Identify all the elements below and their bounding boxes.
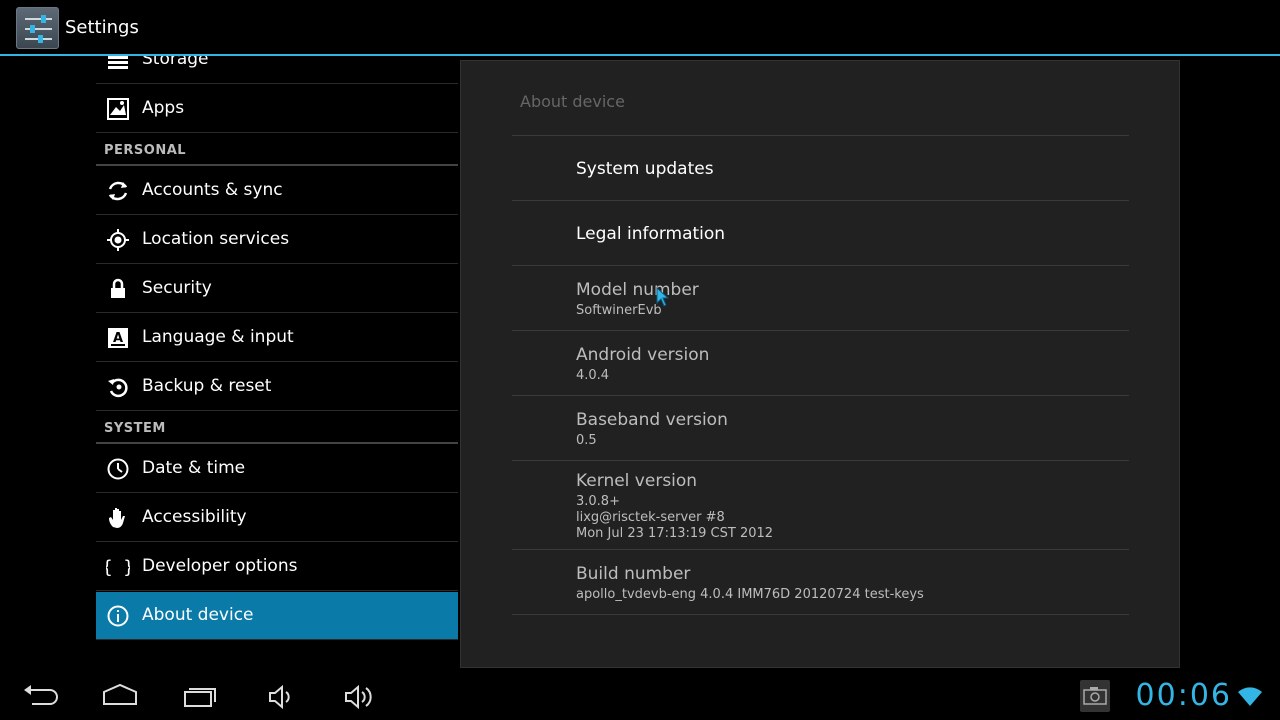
pane-title: About device	[520, 92, 625, 111]
kernel-version-line: 3.0.8+	[576, 494, 620, 509]
settings-list: Storage Apps PERSONAL Accounts & sync Lo…	[96, 56, 458, 640]
sidebar-item-label: Backup & reset	[142, 376, 272, 396]
hand-icon	[106, 506, 130, 530]
backup-icon	[106, 375, 130, 399]
sidebar-item-security[interactable]: Security	[96, 265, 458, 313]
sidebar-item-label: Security	[142, 278, 212, 298]
clock[interactable]: 00:06	[1136, 678, 1232, 713]
mouse-cursor-icon	[656, 287, 670, 307]
legal-information-label: Legal information	[576, 224, 726, 244]
legal-information-row[interactable]: Legal information	[512, 201, 1129, 265]
model-number-value: SoftwinerEvb	[576, 303, 662, 318]
back-icon	[24, 685, 58, 705]
sidebar-item-backup-reset[interactable]: Backup & reset	[96, 363, 458, 411]
sidebar-item-location[interactable]: Location services	[96, 216, 458, 264]
screenshot-button[interactable]	[1080, 680, 1110, 712]
recent-apps-icon	[184, 688, 216, 707]
clock-icon	[106, 457, 130, 481]
svg-text:A: A	[113, 331, 123, 346]
sidebar-item-label: Storage	[142, 56, 209, 69]
section-header-label: SYSTEM	[104, 421, 166, 436]
android-version-value: 4.0.4	[576, 368, 610, 383]
baseband-version-label: Baseband version	[576, 410, 728, 430]
kernel-version-line: Mon Jul 23 17:13:19 CST 2012	[576, 526, 774, 541]
storage-icon	[106, 56, 130, 72]
kernel-version-row: Kernel version 3.0.8+ lixg@risctek-serve…	[512, 461, 1129, 549]
back-button[interactable]	[16, 680, 64, 712]
model-number-row: Model number SoftwinerEvb	[512, 266, 1129, 330]
sidebar-item-label: Accessibility	[142, 507, 247, 527]
sidebar-item-date-time[interactable]: Date & time	[96, 445, 458, 493]
android-version-row: Android version 4.0.4	[512, 331, 1129, 395]
apps-icon	[106, 97, 130, 121]
model-number-label: Model number	[576, 280, 699, 300]
about-device-pane: About device System updates Legal inform…	[460, 60, 1180, 668]
braces-icon: { }	[102, 555, 135, 579]
sidebar-item-accounts-sync[interactable]: Accounts & sync	[96, 167, 458, 215]
volume-up-button[interactable]	[336, 680, 384, 712]
volume-down-button[interactable]	[256, 680, 304, 712]
sidebar-item-label: Location services	[142, 229, 290, 249]
baseband-version-row: Baseband version 0.5	[512, 396, 1129, 460]
sidebar-item-apps[interactable]: Apps	[96, 85, 458, 133]
kernel-version-label: Kernel version	[576, 471, 698, 491]
camera-icon	[1083, 687, 1107, 705]
info-icon	[106, 604, 130, 628]
sidebar-item-label: About device	[142, 605, 254, 625]
wifi-icon[interactable]	[1236, 684, 1264, 708]
sidebar-item-developer-options[interactable]: { } Developer options	[96, 543, 458, 591]
sidebar-item-label: Language & input	[142, 327, 294, 347]
sidebar-item-label: Developer options	[142, 556, 298, 576]
sync-icon	[106, 179, 130, 203]
divider	[512, 614, 1129, 615]
build-number-label: Build number	[576, 564, 691, 584]
svg-text:{ }: { }	[106, 557, 130, 578]
sidebar-item-storage[interactable]: Storage	[96, 56, 458, 84]
recent-apps-button[interactable]	[176, 680, 224, 712]
sidebar-item-language[interactable]: A Language & input	[96, 314, 458, 362]
settings-sliders-icon[interactable]	[16, 7, 59, 49]
baseband-version-value: 0.5	[576, 433, 597, 448]
location-icon	[106, 228, 130, 252]
system-updates-label: System updates	[576, 159, 714, 179]
language-icon: A	[106, 326, 130, 350]
kernel-version-line: lixg@risctek-server #8	[576, 510, 725, 525]
build-number-row[interactable]: Build number apollo_tvdevb-eng 4.0.4 IMM…	[512, 550, 1129, 614]
home-icon	[103, 683, 137, 705]
volume-up-icon	[345, 684, 372, 710]
navigation-bar: 00:06	[0, 672, 1280, 720]
section-header-personal: PERSONAL	[96, 136, 458, 166]
section-header-label: PERSONAL	[104, 143, 187, 158]
sidebar-item-label: Apps	[142, 98, 185, 118]
sidebar-item-label: Date & time	[142, 458, 246, 478]
sidebar-item-accessibility[interactable]: Accessibility	[96, 494, 458, 542]
sidebar-item-about-device[interactable]: About device	[96, 592, 458, 640]
volume-down-icon	[269, 684, 290, 710]
action-bar: Settings	[0, 0, 1280, 56]
section-header-system: SYSTEM	[96, 414, 458, 444]
page-title: Settings	[65, 17, 139, 38]
system-updates-row[interactable]: System updates	[512, 136, 1129, 200]
sidebar-item-label: Accounts & sync	[142, 180, 283, 200]
home-button[interactable]	[96, 680, 144, 712]
android-version-label: Android version	[576, 345, 710, 365]
build-number-value: apollo_tvdevb-eng 4.0.4 IMM76D 20120724 …	[576, 587, 924, 602]
lock-icon	[106, 277, 130, 301]
